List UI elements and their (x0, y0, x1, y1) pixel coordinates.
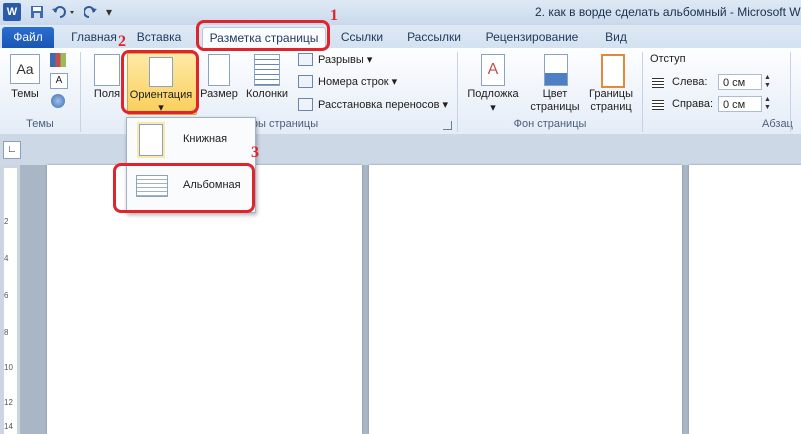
indent-left-field[interactable]: 0 см (718, 74, 762, 90)
document-page[interactable] (369, 165, 682, 434)
ruler-number: 8 (4, 328, 9, 337)
themes-icon[interactable]: Aa (10, 54, 40, 84)
annotation-box-tab (196, 20, 330, 51)
vertical-ruler[interactable]: 2 4 6 8 10 12 14 (0, 165, 20, 434)
ruler-number: 14 (4, 422, 13, 431)
hyphenation-icon (298, 98, 313, 111)
page-borders-label-1[interactable]: Границы (588, 88, 634, 100)
ruler-number: 6 (4, 291, 9, 300)
chevron-down-icon: ▾ (490, 102, 496, 114)
margins-button-label[interactable]: Поля (90, 88, 124, 100)
tab-view[interactable]: Вид (596, 27, 636, 48)
breaks-icon (298, 53, 313, 66)
tab-insert[interactable]: Вставка (131, 27, 187, 48)
indent-label: Отступ (650, 53, 686, 65)
indent-left-icon (652, 78, 664, 88)
tab-home[interactable]: Главная (66, 27, 122, 48)
paragraph-group-label: Абзац (762, 118, 793, 130)
customize-toolbar-icon[interactable]: ▾ (104, 3, 114, 21)
page-setup-group-label: ры страницы (251, 118, 319, 130)
page-borders-icon[interactable] (601, 54, 625, 88)
indent-right-label: Справа: (672, 98, 714, 110)
annotation-box-landscape (113, 163, 255, 213)
separator (642, 52, 643, 132)
page-borders-label-2[interactable]: страниц (588, 101, 634, 113)
columns-button-label[interactable]: Колонки (242, 88, 292, 100)
hyphenation-label: Расстановка переносов (318, 98, 440, 111)
themes-button-label[interactable]: Темы (8, 88, 42, 100)
margins-icon[interactable] (94, 54, 120, 86)
title-bar: W ▾ 2. как в ворде сделать альбомный - M… (0, 0, 801, 25)
document-page[interactable] (689, 165, 801, 434)
page-background-group-label: Фон страницы (513, 118, 587, 130)
breaks-label: Разрывы (318, 53, 364, 66)
portrait-page-icon (139, 124, 163, 156)
tab-file[interactable]: Файл (2, 27, 54, 48)
separator (790, 52, 791, 132)
indent-right-spinner[interactable]: ▲ ▼ (764, 96, 774, 112)
ruler-number: 2 (4, 217, 9, 226)
watermark-button-label[interactable]: Подложка (462, 88, 524, 100)
annotation-number-3: 3 (251, 144, 259, 161)
line-numbers-icon (298, 75, 313, 88)
window-title: 2. как в ворде сделать альбомный - Micro… (535, 5, 801, 19)
dialog-launcher-icon[interactable] (443, 121, 452, 130)
separator (80, 52, 81, 132)
watermark-icon[interactable]: A (481, 54, 505, 86)
undo-icon[interactable] (50, 3, 78, 21)
tab-mailings[interactable]: Рассылки (401, 27, 467, 48)
page-color-label-2[interactable]: страницы (522, 101, 588, 113)
annotation-box-orientation (121, 50, 199, 114)
word-app-icon[interactable]: W (3, 3, 21, 21)
themes-group-label: Темы (26, 118, 54, 130)
annotation-number-1: 1 (330, 7, 338, 24)
indent-left-spinner[interactable]: ▲ ▼ (764, 74, 774, 90)
annotation-number-2: 2 (118, 33, 126, 50)
page-color-icon[interactable] (544, 54, 568, 86)
ruler-number: 12 (4, 398, 13, 407)
line-numbers-button[interactable]: Номера строк ▾ (298, 73, 397, 90)
indent-left-label: Слева: (672, 76, 708, 88)
orientation-portrait-item[interactable]: Книжная (131, 121, 251, 159)
page-color-label-1[interactable]: Цвет (535, 88, 575, 100)
portrait-label: Книжная (183, 133, 228, 145)
ruler-number: 4 (4, 254, 9, 263)
hyphenation-button[interactable]: Расстановка переносов ▾ (298, 96, 448, 113)
line-numbers-label: Номера строк (318, 75, 389, 88)
columns-icon[interactable] (254, 54, 280, 86)
size-button-label[interactable]: Размер (198, 88, 240, 100)
tab-references[interactable]: Ссылки (334, 27, 390, 48)
breaks-button[interactable]: Разрывы ▾ (298, 51, 372, 68)
separator (457, 52, 458, 132)
tab-review[interactable]: Рецензирование (480, 27, 584, 48)
theme-fonts-icon[interactable]: A (50, 73, 68, 89)
theme-effects-icon[interactable] (51, 94, 65, 108)
redo-icon[interactable] (82, 3, 100, 21)
save-icon[interactable] (28, 3, 46, 21)
ruler-strip (0, 134, 801, 165)
indent-right-icon (652, 100, 664, 110)
theme-colors-icon[interactable] (50, 53, 66, 67)
size-icon[interactable] (208, 54, 230, 86)
indent-right-field[interactable]: 0 см (718, 96, 762, 112)
tab-selector-icon[interactable]: ∟ (3, 141, 21, 159)
ruler-number: 10 (4, 363, 13, 372)
